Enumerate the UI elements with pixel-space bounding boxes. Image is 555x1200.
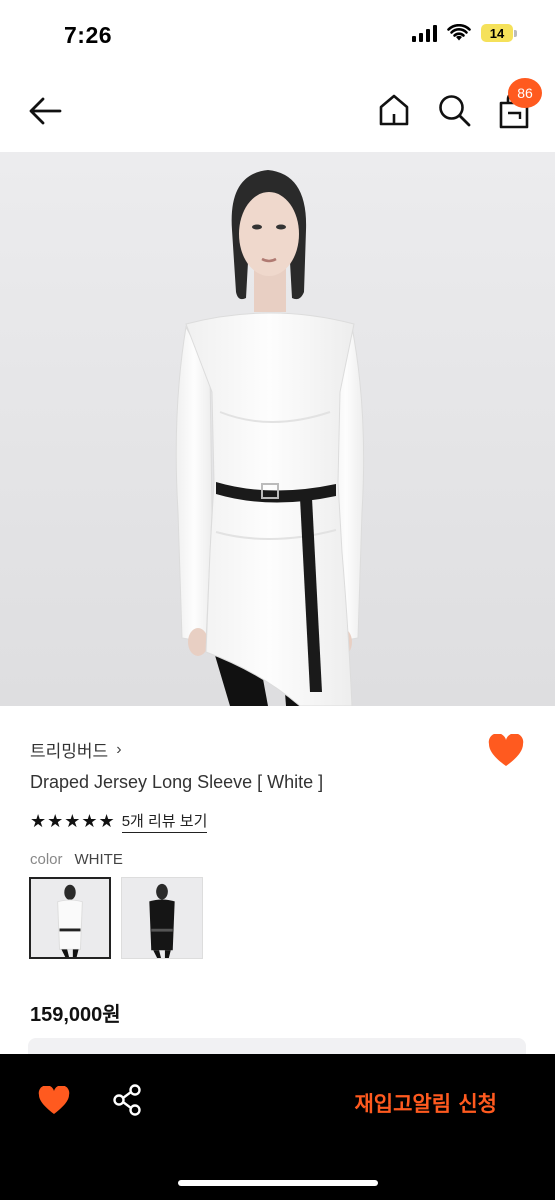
status-icons: 14 [412,24,517,42]
battery-level: 14 [481,24,513,42]
signal-icon [412,24,437,42]
product-name: Draped Jersey Long Sleeve [ White ] [30,772,324,792]
chevron-right-icon: › [116,740,122,758]
swatch-black[interactable] [121,877,203,959]
home-indicator [178,1180,378,1186]
review-link[interactable]: 5개 리뷰 보기 [121,810,208,833]
price: 159,000원 [30,1004,121,1026]
back-arrow-icon[interactable] [26,92,66,130]
cart-badge: 86 [508,78,542,108]
status-bar: 7:26 14 [0,0,555,70]
star-rating: ★★★★★ [30,811,116,831]
restock-alert-button[interactable]: 재입고알림 신청 [310,1082,525,1124]
color-row: color WHITE [30,851,123,868]
color-value: WHITE [74,851,123,868]
nav-bar [0,70,555,152]
battery-icon: 14 [481,24,517,42]
heart-icon[interactable] [38,1086,70,1116]
swatch-white[interactable] [29,877,111,959]
color-swatches [29,877,203,959]
brand-link[interactable]: 트리밍버드 › [30,737,122,762]
brand-name: 트리밍버드 [30,742,109,761]
home-icon[interactable] [376,92,412,128]
search-icon[interactable] [436,92,472,128]
rating-row: ★★★★★ 5개 리뷰 보기 [30,810,208,833]
share-icon[interactable] [112,1084,142,1116]
heart-icon[interactable] [488,734,524,768]
color-label: color [30,851,63,868]
wifi-icon [447,24,471,41]
product-image[interactable] [0,152,555,706]
model-photo [0,152,555,706]
status-time: 7:26 [64,22,113,48]
bottom-bar: 재입고알림 신청 [0,1054,555,1200]
